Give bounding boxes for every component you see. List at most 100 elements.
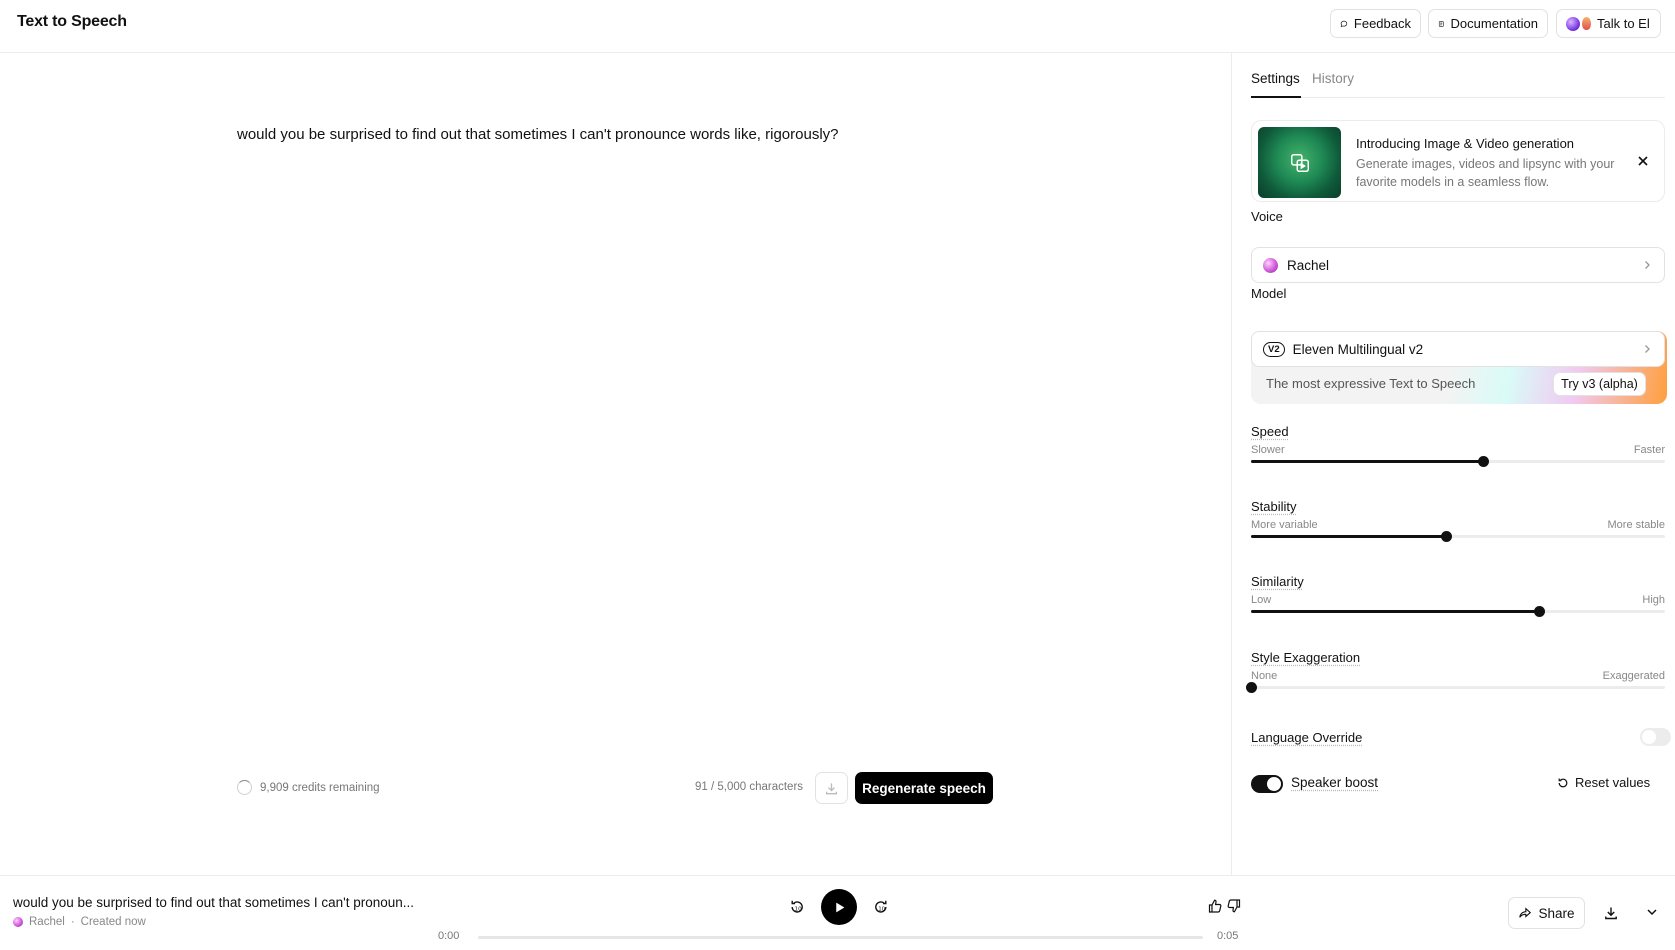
settings-panel: Settings History Introducing Image & Vid… bbox=[1231, 53, 1675, 875]
forward-10-icon[interactable]: 10 bbox=[872, 898, 890, 916]
credits-indicator: 9,909 credits remaining bbox=[237, 780, 380, 795]
model-selector[interactable]: V2 Eleven Multilingual v2 bbox=[1251, 331, 1665, 367]
page-title: Text to Speech bbox=[17, 13, 127, 30]
share-label: Share bbox=[1538, 905, 1575, 921]
model-version-badge: V2 bbox=[1263, 341, 1285, 357]
tab-settings[interactable]: Settings bbox=[1251, 71, 1300, 86]
slider-fill bbox=[1251, 460, 1483, 463]
active-tab-indicator bbox=[1251, 96, 1301, 98]
try-v3-button[interactable]: Try v3 (alpha) bbox=[1553, 372, 1646, 396]
voice-avatar-icon bbox=[13, 917, 23, 927]
slider-fill bbox=[1251, 610, 1539, 613]
audio-player: would you be surprised to find out that … bbox=[0, 875, 1675, 950]
play-button[interactable] bbox=[821, 889, 857, 925]
talk-label: Talk to El bbox=[1597, 16, 1650, 31]
feedback-label: Feedback bbox=[1353, 16, 1411, 31]
slider-max-label: High bbox=[1642, 594, 1665, 606]
player-title: would you be surprised to find out that … bbox=[13, 895, 415, 910]
voice-label: Voice bbox=[1251, 209, 1283, 224]
promo-title: Introducing Image & Video generation bbox=[1356, 136, 1575, 151]
credits-ring-icon bbox=[237, 780, 252, 795]
thumbs-down-icon[interactable] bbox=[1226, 898, 1242, 914]
slider-title: Stability bbox=[1251, 499, 1297, 514]
talk-to-el-button[interactable]: Talk to El bbox=[1556, 9, 1661, 38]
voice-name: Rachel bbox=[1287, 257, 1330, 273]
voice-selector[interactable]: Rachel bbox=[1251, 247, 1665, 283]
player-meta: Rachel · Created now bbox=[13, 916, 146, 928]
thumbs-up-icon[interactable] bbox=[1207, 898, 1223, 914]
promo-description: Generate images, videos and lipsync with… bbox=[1356, 157, 1615, 189]
reset-icon bbox=[1558, 778, 1568, 787]
document-icon bbox=[1438, 20, 1444, 27]
slider-fill bbox=[1251, 535, 1446, 538]
slider-min-label: Slower bbox=[1251, 444, 1285, 456]
slider-track[interactable] bbox=[1246, 682, 1665, 693]
documentation-button[interactable]: Documentation bbox=[1428, 9, 1548, 38]
tab-history[interactable]: History bbox=[1312, 71, 1354, 86]
download-icon bbox=[825, 782, 838, 794]
play-icon bbox=[835, 902, 844, 912]
share-button[interactable]: Share bbox=[1508, 897, 1585, 929]
reset-values-button[interactable]: Reset values bbox=[1557, 775, 1650, 790]
model-card: V2 Eleven Multilingual v2 The most expre… bbox=[1251, 331, 1667, 404]
player-created: Created now bbox=[80, 916, 146, 928]
slider-thumb[interactable] bbox=[1477, 456, 1489, 467]
text-editor[interactable]: would you be surprised to find out that … bbox=[237, 126, 839, 143]
promo-card[interactable]: Introducing Image & Video generation Gen… bbox=[1251, 120, 1665, 202]
documentation-label: Documentation bbox=[1450, 16, 1538, 31]
slider-thumb[interactable] bbox=[1246, 682, 1257, 693]
voice-avatar-icon bbox=[1263, 257, 1278, 273]
slider-title: Style Exaggeration bbox=[1251, 650, 1361, 665]
slider-track[interactable] bbox=[1251, 531, 1665, 542]
image-video-icon bbox=[1290, 153, 1309, 172]
agent-orb-icon bbox=[1566, 16, 1580, 31]
slider-max-label: Exaggerated bbox=[1602, 670, 1665, 682]
meta-separator: · bbox=[70, 916, 75, 928]
current-time: 0:00 bbox=[438, 930, 460, 942]
character-count: 91 / 5,000 characters bbox=[695, 781, 804, 793]
slider-track[interactable] bbox=[1251, 456, 1665, 467]
slider-title: Speed bbox=[1251, 424, 1289, 439]
speaker-boost-label: Speaker boost bbox=[1291, 775, 1379, 790]
slider-min-label: Low bbox=[1251, 594, 1272, 606]
chevron-down-icon[interactable] bbox=[1645, 905, 1659, 919]
svg-text:10: 10 bbox=[878, 907, 885, 913]
model-label: Model bbox=[1251, 286, 1287, 301]
tabs-divider bbox=[1251, 97, 1665, 98]
regenerate-speech-button[interactable]: Regenerate speech bbox=[855, 772, 993, 804]
slider-title: Similarity bbox=[1251, 574, 1304, 589]
chevron-right-icon bbox=[1645, 261, 1650, 269]
rewind-10-icon[interactable]: 10 bbox=[788, 898, 806, 916]
model-name: Eleven Multilingual v2 bbox=[1292, 341, 1424, 357]
slider-max-label: Faster bbox=[1633, 444, 1665, 456]
close-icon[interactable] bbox=[1635, 153, 1651, 169]
reset-label: Reset values bbox=[1575, 775, 1651, 790]
stability-slider[interactable]: Stability More variable More stable bbox=[1251, 499, 1665, 549]
promo-thumbnail bbox=[1258, 127, 1341, 198]
download-button[interactable] bbox=[815, 772, 848, 804]
slider-min-label: None bbox=[1251, 670, 1278, 682]
language-override-label: Language Override bbox=[1251, 730, 1363, 745]
model-caption: The most expressive Text to Speech bbox=[1266, 376, 1476, 391]
slider-thumb[interactable] bbox=[1440, 531, 1452, 542]
speaker-boost-toggle[interactable] bbox=[1251, 775, 1283, 793]
chat-bubble-icon bbox=[1340, 20, 1348, 27]
share-icon bbox=[1519, 907, 1532, 918]
slider-track[interactable] bbox=[1251, 606, 1665, 617]
progress-bar[interactable] bbox=[478, 936, 1203, 939]
svg-text:10: 10 bbox=[795, 907, 802, 913]
slider-thumb[interactable] bbox=[1533, 606, 1545, 617]
speed-slider[interactable]: Speed Slower Faster bbox=[1251, 424, 1665, 474]
top-header: Text to Speech Feedback Documentation Ta… bbox=[0, 0, 1675, 53]
chevron-right-icon bbox=[1645, 345, 1650, 353]
language-override-toggle[interactable] bbox=[1640, 728, 1671, 746]
similarity-slider[interactable]: Similarity Low High bbox=[1251, 574, 1665, 624]
slider-max-label: More stable bbox=[1607, 519, 1665, 531]
player-voice: Rachel bbox=[29, 916, 65, 928]
total-time: 0:05 bbox=[1217, 930, 1239, 942]
slider-min-label: More variable bbox=[1251, 519, 1318, 531]
feedback-button[interactable]: Feedback bbox=[1330, 9, 1421, 38]
credits-text: 9,909 credits remaining bbox=[260, 781, 380, 794]
style-exaggeration-slider[interactable]: Style Exaggeration None Exaggerated bbox=[1246, 650, 1665, 700]
download-icon[interactable] bbox=[1603, 905, 1619, 921]
